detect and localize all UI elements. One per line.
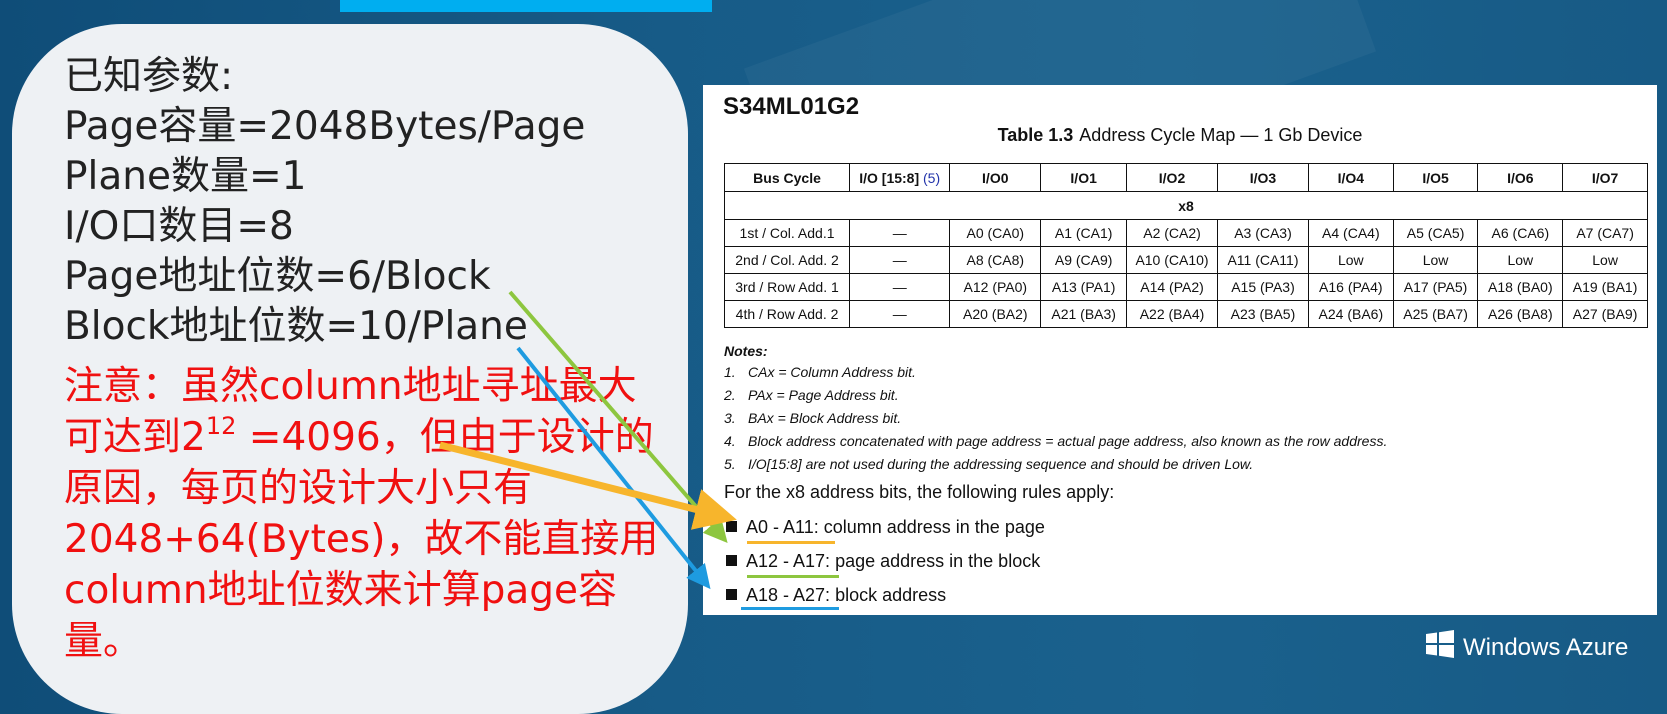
orange-arrow xyxy=(439,441,737,530)
annotation-arrows xyxy=(439,290,737,590)
green-arrow xyxy=(508,290,728,544)
windows-logo-icon xyxy=(1426,630,1454,658)
blue-arrow xyxy=(516,346,711,590)
brand-name: Windows Azure xyxy=(1463,634,1629,661)
